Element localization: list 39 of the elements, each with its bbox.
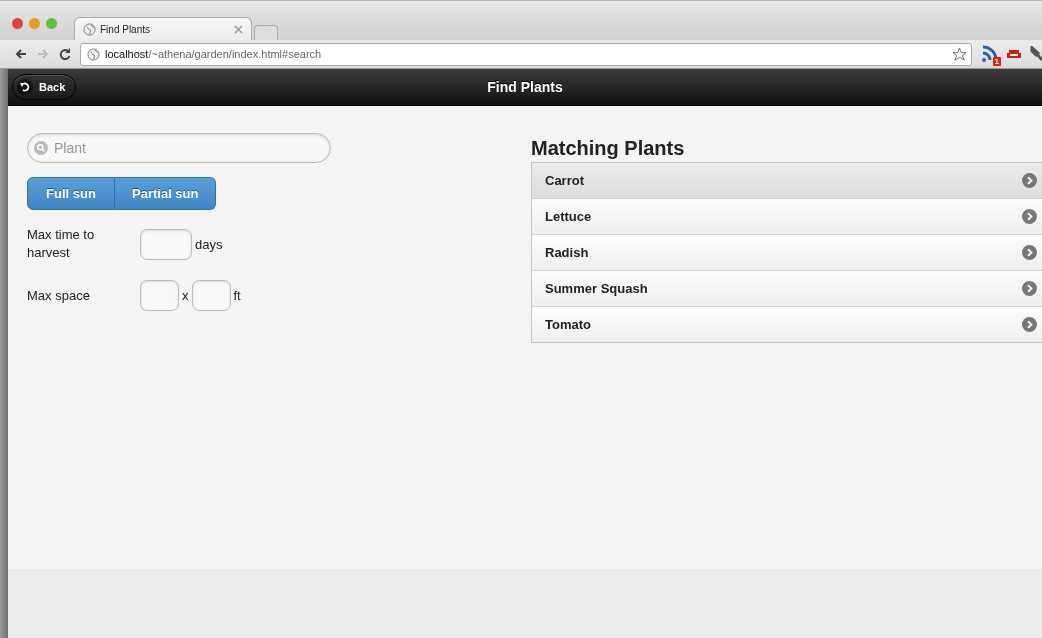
reload-icon[interactable] — [58, 47, 72, 61]
close-icon[interactable] — [234, 24, 243, 34]
star-icon[interactable] — [952, 46, 967, 62]
chevron-icon — [1022, 281, 1037, 296]
close-window-button[interactable] — [12, 18, 23, 29]
separator-label: x — [182, 288, 189, 303]
unit-label: days — [195, 236, 223, 252]
page-title: Find Plants — [487, 79, 563, 95]
tab-title: Find Plants — [100, 23, 152, 35]
address-field[interactable]: localhost/~athena/garden/index.html#search — [80, 42, 972, 66]
plant-list-item[interactable]: Radish — [532, 234, 1042, 270]
chevron-icon — [1022, 245, 1037, 260]
field-label: Max space — [27, 286, 91, 305]
plant-list-item[interactable]: Lettuce — [532, 198, 1042, 234]
plant-list-item[interactable]: Summer Squash — [532, 270, 1042, 306]
chevron-icon — [1022, 317, 1037, 332]
plant-list-item[interactable]: Tomato — [532, 306, 1042, 342]
forward-arrow-icon[interactable] — [36, 47, 50, 61]
globe-icon — [87, 47, 100, 61]
chevron-icon — [1022, 173, 1037, 188]
harvest-time-field[interactable] — [140, 228, 192, 260]
space-width-field[interactable] — [140, 280, 179, 311]
search-icon — [34, 141, 48, 155]
chevron-icon — [1022, 209, 1037, 224]
new-tab-button[interactable] — [254, 25, 278, 40]
back-button[interactable]: Back — [12, 74, 77, 100]
section-heading: Matching Plants — [531, 137, 686, 160]
plant-list-item[interactable]: Carrot — [532, 163, 1042, 198]
minimize-window-button[interactable] — [29, 18, 40, 29]
unit-label: ft — [233, 288, 241, 303]
space-length-field[interactable] — [191, 280, 231, 311]
search-field[interactable]: Plant — [27, 133, 331, 163]
back-icon — [17, 79, 33, 95]
zoom-window-button[interactable] — [46, 18, 57, 29]
browser-tab[interactable]: Find Plants — [74, 17, 252, 40]
back-arrow-icon[interactable] — [14, 47, 28, 61]
notification-badge: 1 — [992, 57, 1001, 66]
globe-icon — [83, 22, 96, 36]
field-label: Max time to harvest — [27, 226, 96, 262]
